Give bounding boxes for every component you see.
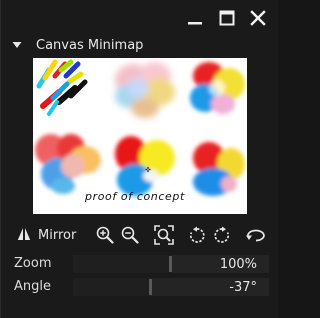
zoom-slider[interactable]: 100% [73,255,269,273]
minimap-docker: Canvas Minimap ✜ proof of concept Mirror… [0,0,278,318]
soft-blobs-sample [115,62,175,118]
angle-slider[interactable]: -37° [73,278,269,296]
maximize-button[interactable] [216,8,238,28]
svg-text:✜: ✜ [145,166,151,174]
color-blend-sample-2 [35,134,101,194]
brush-strokes-sample [36,59,88,116]
canvas-thumbnail: ✜ proof of concept [35,59,245,203]
minimize-button[interactable] [184,8,206,28]
minimap-canvas[interactable]: ✜ proof of concept [33,58,247,214]
color-blend-sample-4 [193,142,245,196]
color-blend-sample-1 [190,62,245,114]
reset-view-icon[interactable] [245,225,265,245]
collapse-arrow-icon[interactable] [12,40,22,50]
close-icon [250,10,266,26]
canvas-caption: proof of concept [84,190,185,203]
mirror-icon [17,226,31,245]
minimize-icon [188,22,202,25]
zoom-label: Zoom [14,256,52,271]
angle-value: -37° [229,280,257,295]
panel-title: Canvas Minimap [36,37,144,53]
angle-slider-handle[interactable] [149,279,152,295]
minimap-toolbar: Mirror [1,224,279,246]
panel-header[interactable]: Canvas Minimap [1,34,279,56]
chevron-up-icon[interactable] [35,313,41,318]
zoom-row: Zoom 100% [1,254,279,274]
angle-row: Angle -37° [1,277,279,297]
zoom-to-fit-icon[interactable] [154,225,174,245]
maximize-icon [219,10,235,26]
zoom-in-icon[interactable] [95,225,115,245]
mirror-button[interactable]: Mirror [17,224,76,246]
zoom-value: 100% [219,257,257,272]
angle-label: Angle [14,279,51,294]
zoom-slider-handle[interactable] [169,256,172,272]
rotate-right-icon[interactable] [212,225,232,245]
mirror-label: Mirror [38,227,77,243]
close-button[interactable] [247,8,269,28]
zoom-slider-fill [73,255,171,273]
zoom-out-icon[interactable] [120,225,140,245]
angle-slider-fill [73,278,151,296]
rotate-left-icon[interactable] [187,225,207,245]
